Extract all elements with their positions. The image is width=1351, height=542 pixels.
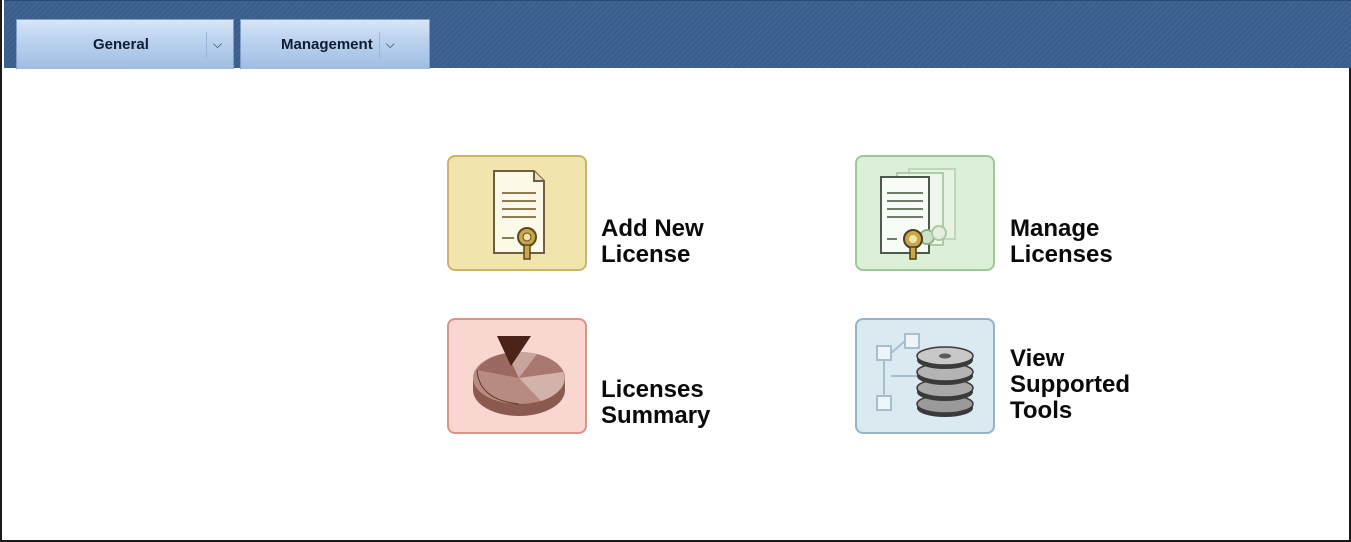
menu-general[interactable]: General ⌵ [16,19,234,69]
pie-chart-icon [473,336,565,416]
menu-bar: General ⌵ Management ⌵ [4,0,1351,69]
menu-management[interactable]: Management ⌵ [240,19,430,69]
add-license-tile[interactable] [447,155,587,271]
manage-licenses-label[interactable]: Manage Licenses [1010,216,1160,268]
add-license-label[interactable]: Add New License [601,216,751,268]
licenses-summary-tile[interactable] [447,318,587,434]
chevron-down-icon[interactable]: ⌵ [378,31,401,58]
menu-general-label: General [93,36,149,53]
app-window: General ⌵ Management ⌵ Add New License M… [0,0,1351,542]
certificates-stack-icon [880,168,956,260]
manage-licenses-tile[interactable] [855,155,995,271]
view-tools-tile[interactable] [855,318,995,434]
chevron-down-icon[interactable]: ⌵ [206,31,228,58]
view-tools-label[interactable]: View Supported Tools [1010,346,1180,424]
database-disks-icon [876,333,974,417]
certificate-icon [493,170,545,260]
licenses-summary-label[interactable]: Licenses Summary [601,377,761,429]
menu-management-label: Management [281,36,373,53]
